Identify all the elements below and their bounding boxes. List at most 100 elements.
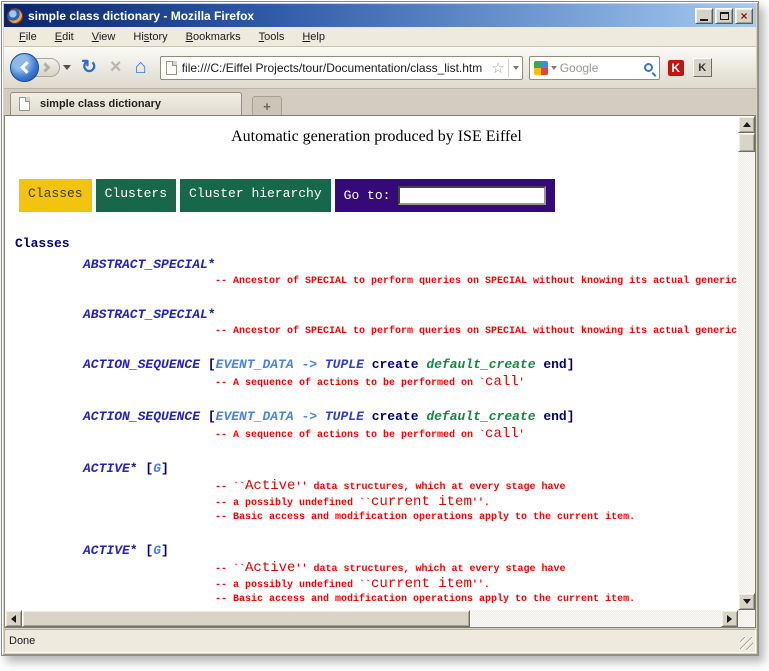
menu-history[interactable]: History [124, 29, 176, 45]
search-input[interactable] [560, 61, 644, 75]
page-viewport: Automatic generation produced by ISE Eif… [4, 115, 756, 628]
url-dropdown-button[interactable] [508, 59, 519, 77]
page-nav-buttons: Classes Clusters Cluster hierarchy Go to… [19, 179, 738, 212]
menu-bookmarks[interactable]: Bookmarks [177, 29, 250, 45]
menu-tools[interactable]: Tools [250, 29, 294, 45]
comment-term: current item [371, 576, 472, 592]
scroll-right-button[interactable] [721, 610, 738, 627]
comment-line: -- Basic access and modification operati… [215, 511, 738, 525]
class-entry: ABSTRACT_SPECIAL* -- Ancestor of SPECIAL… [83, 306, 738, 339]
vertical-scroll-thumb[interactable] [738, 133, 755, 152]
forward-arrow-icon [40, 63, 50, 73]
close-icon: × [740, 10, 747, 22]
comment-term: Active [245, 560, 295, 576]
goto-input[interactable] [398, 186, 546, 205]
goto-label: Go to: [344, 188, 391, 203]
arrow-left-icon [11, 615, 16, 623]
menu-view[interactable]: View [83, 29, 125, 45]
class-link[interactable]: ACTIVE* [G] [83, 542, 738, 559]
chevron-down-icon [513, 66, 519, 70]
arrow-right-icon [727, 615, 732, 623]
comment-line: -- Ancestor of SPECIAL to perform querie… [215, 325, 738, 339]
horizontal-scroll-track[interactable] [470, 610, 721, 627]
class-link[interactable]: ACTIVE* [G] [83, 460, 738, 477]
stop-button[interactable]: × [110, 56, 122, 79]
page-title: Automatic generation produced by ISE Eif… [15, 128, 738, 146]
menu-file[interactable]: File [10, 29, 46, 45]
page-favicon [166, 61, 177, 75]
clusters-button[interactable]: Clusters [96, 179, 176, 212]
class-link[interactable]: ACTION_SEQUENCE [EVENT_DATA -> TUPLE cre… [83, 408, 738, 425]
comment-term: Active [245, 478, 295, 494]
status-text: Done [9, 635, 35, 647]
address-bar[interactable]: ☆ [160, 56, 523, 80]
comment-line: -- ``Active'' data structures, which at … [215, 561, 738, 577]
class-entry: ACTION_SEQUENCE [EVENT_DATA -> TUPLE cre… [83, 408, 738, 443]
arrow-down-icon [743, 599, 751, 604]
search-engine-dropdown-icon[interactable] [551, 66, 557, 70]
maximize-button[interactable] [715, 8, 733, 24]
tab-favicon [19, 97, 30, 111]
comment-line: -- A sequence of actions to be performed… [215, 427, 738, 443]
comment-term: call [485, 374, 519, 390]
bookmark-star-icon[interactable]: ☆ [491, 59, 504, 77]
arrow-up-icon [743, 122, 751, 127]
maximize-icon [720, 12, 729, 20]
menu-help[interactable]: Help [293, 29, 334, 45]
classes-button[interactable]: Classes [19, 179, 92, 212]
horizontal-scrollbar[interactable] [5, 610, 738, 627]
horizontal-scroll-thumb[interactable] [22, 610, 470, 627]
scroll-left-button[interactable] [5, 610, 22, 627]
scroll-down-button[interactable] [738, 593, 755, 610]
class-link[interactable]: ACTION_SEQUENCE [EVENT_DATA -> TUPLE cre… [83, 356, 738, 373]
tab-bar: simple class dictionary + [4, 89, 756, 115]
search-box[interactable] [529, 56, 660, 80]
close-button[interactable]: × [735, 8, 753, 24]
section-title-classes: Classes [15, 236, 738, 251]
comment-term: current item [371, 494, 472, 510]
goto-section: Go to: [335, 179, 556, 212]
back-arrow-icon [20, 61, 33, 74]
resize-grip[interactable] [740, 637, 753, 650]
scrollbar-corner [738, 610, 755, 627]
browser-window: simple class dictionary - Mozilla Firefo… [1, 1, 759, 656]
class-entry: ABSTRACT_SPECIAL* -- Ancestor of SPECIAL… [83, 256, 738, 289]
new-tab-button[interactable]: + [252, 96, 282, 115]
firefox-icon [7, 8, 23, 24]
vertical-scroll-track[interactable] [738, 152, 755, 593]
comment-line: -- a possibly undefined ``current item''… [215, 577, 738, 593]
search-icon[interactable] [644, 63, 653, 72]
scroll-up-button[interactable] [738, 116, 755, 133]
comment-line: -- A sequence of actions to be performed… [215, 375, 738, 391]
google-icon [534, 61, 548, 75]
minimize-button[interactable] [695, 8, 713, 24]
class-entry: ACTION_SEQUENCE [EVENT_DATA -> TUPLE cre… [83, 356, 738, 391]
class-entry: ACTIVE* [G] -- ``Active'' data structure… [83, 542, 738, 607]
page-content: Automatic generation produced by ISE Eif… [5, 116, 738, 610]
title-bar: simple class dictionary - Mozilla Firefo… [4, 4, 756, 27]
refresh-button[interactable]: ↻ [81, 56, 97, 79]
status-bar: Done [4, 629, 756, 653]
class-link[interactable]: ABSTRACT_SPECIAL* [83, 306, 738, 323]
k-extension-button[interactable]: K [693, 58, 712, 77]
kaspersky-icon[interactable]: K [668, 60, 684, 76]
menu-bar: File Edit View History Bookmarks Tools H… [4, 27, 756, 47]
history-dropdown-icon[interactable] [63, 65, 71, 70]
navigation-toolbar: ↻ × ⌂ ☆ K K [4, 47, 756, 89]
comment-line: -- a possibly undefined ``current item''… [215, 495, 738, 511]
minimize-icon [700, 19, 708, 21]
class-entry: ACTIVE* [G] -- ``Active'' data structure… [83, 460, 738, 525]
comment-line: -- Ancestor of SPECIAL to perform querie… [215, 275, 738, 289]
class-link[interactable]: ABSTRACT_SPECIAL* [83, 256, 738, 273]
window-title: simple class dictionary - Mozilla Firefo… [28, 9, 693, 23]
cluster-hierarchy-button[interactable]: Cluster hierarchy [180, 179, 331, 212]
tab-simple-class-dictionary[interactable]: simple class dictionary [10, 92, 242, 115]
vertical-scrollbar[interactable] [738, 116, 755, 610]
comment-line: -- ``Active'' data structures, which at … [215, 479, 738, 495]
home-button[interactable]: ⌂ [135, 56, 147, 79]
comment-line: -- Basic access and modification operati… [215, 593, 738, 607]
url-input[interactable] [182, 61, 489, 75]
comment-term: call [485, 426, 519, 442]
back-button[interactable] [10, 53, 39, 82]
menu-edit[interactable]: Edit [46, 29, 83, 45]
